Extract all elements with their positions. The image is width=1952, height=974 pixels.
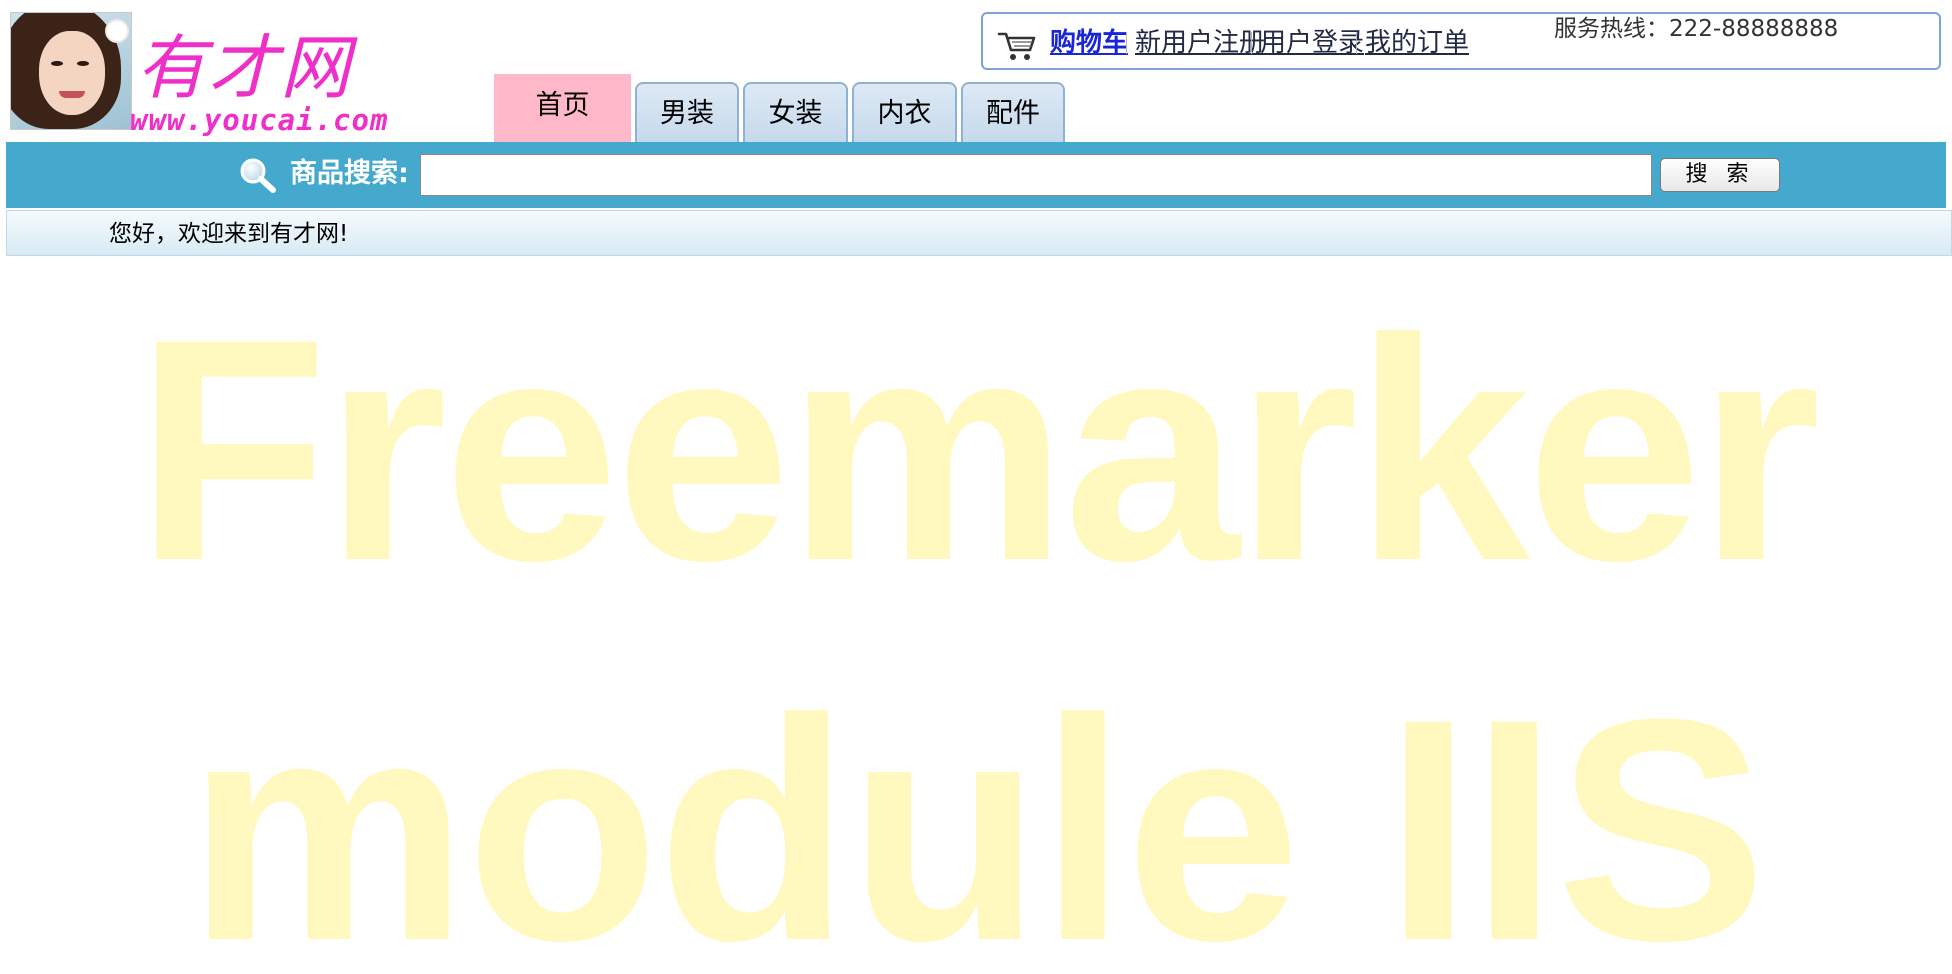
top-links-box: 购物车 新用户注册 用户登录 我的订单 服务热线：222-88888888 <box>981 12 1941 70</box>
search-bar: 商品搜索: 搜 索 <box>6 142 1946 208</box>
page: 有才网 www.youcai.com 购物车 新用户注册 用户登录 我的订单 服… <box>0 0 1952 974</box>
login-link[interactable]: 用户登录 <box>1260 26 1364 60</box>
site-logo[interactable]: 有才网 www.youcai.com <box>8 10 428 142</box>
tab-womenswear[interactable]: 女装 <box>743 82 848 142</box>
tab-menswear[interactable]: 男装 <box>635 82 739 142</box>
flower-icon <box>107 21 127 41</box>
portrait-photo <box>10 12 132 130</box>
watermark-line-2: module IIS <box>187 653 1767 974</box>
logo-url: www.youcai.com <box>130 103 389 137</box>
tab-home[interactable]: 首页 <box>494 74 631 142</box>
link-divider <box>1126 32 1127 54</box>
search-label: 商品搜索: <box>290 158 409 189</box>
service-hotline: 服务热线：222-88888888 <box>1554 16 1839 42</box>
shopping-cart-icon[interactable] <box>997 28 1037 62</box>
register-link[interactable]: 新用户注册 <box>1135 26 1265 60</box>
logo-title: 有才网 <box>136 27 352 109</box>
welcome-bar: 您好，欢迎来到有才网! <box>6 210 1952 256</box>
link-divider <box>1356 32 1357 54</box>
watermark-line-1: Freemarker <box>135 273 1821 626</box>
search-button[interactable]: 搜 索 <box>1660 158 1780 192</box>
magnifier-icon <box>240 158 276 193</box>
welcome-message: 您好，欢迎来到有才网! <box>109 221 349 247</box>
tab-accessories[interactable]: 配件 <box>961 82 1065 142</box>
tab-underwear[interactable]: 内衣 <box>852 82 957 142</box>
link-divider <box>1251 32 1252 54</box>
search-input[interactable] <box>420 154 1652 196</box>
my-orders-link[interactable]: 我的订单 <box>1365 26 1469 60</box>
cart-link[interactable]: 购物车 <box>1050 26 1128 60</box>
